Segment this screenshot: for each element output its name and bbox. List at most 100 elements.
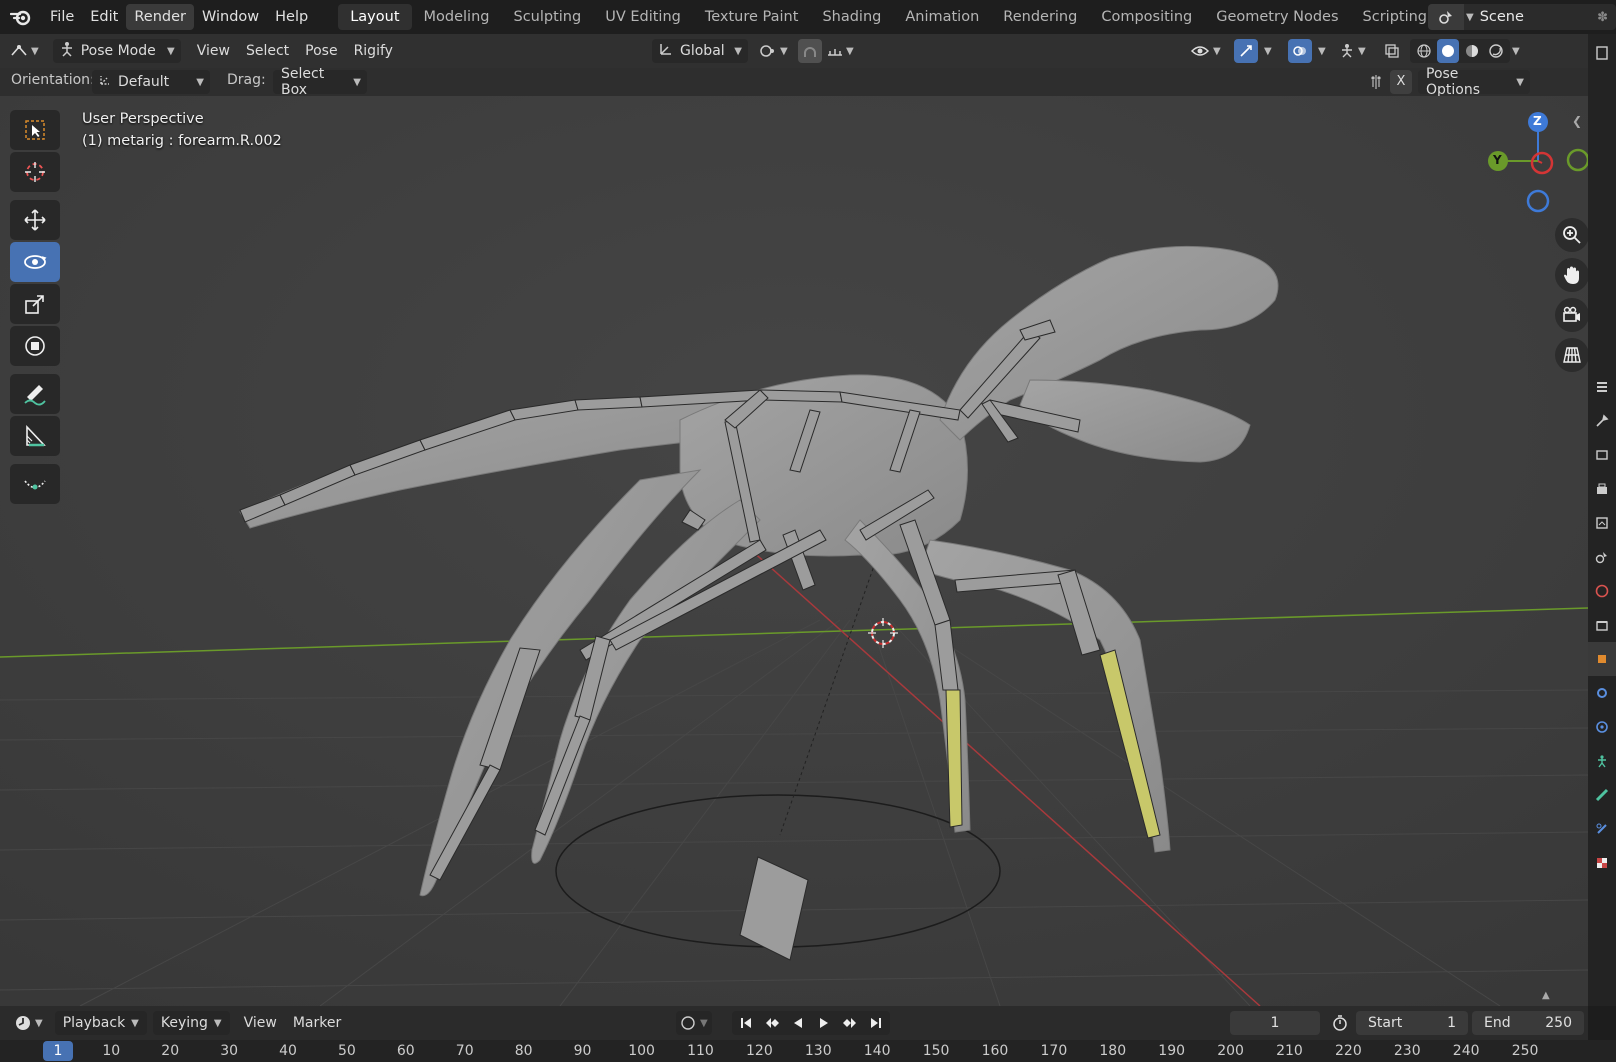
play-reverse-icon[interactable]: [786, 1011, 810, 1035]
timeline-ruler[interactable]: 1 10 20 30 40 50 60 70 80 90 100 110 120 130 140 150 16…: [0, 1040, 1616, 1062]
mode-selector[interactable]: Pose Mode ▼: [52, 39, 181, 63]
menu-file[interactable]: File: [42, 4, 82, 30]
tab-layout[interactable]: Layout: [338, 4, 412, 30]
tab-compositing[interactable]: Compositing: [1089, 4, 1204, 30]
rendered-shading-icon[interactable]: [1485, 39, 1507, 63]
3d-viewport[interactable]: Z Y User Perspective (1) metarig : forea…: [0, 96, 1588, 1006]
menu-window[interactable]: Window: [194, 4, 267, 30]
playback-menu[interactable]: Playback ▼: [54, 1011, 147, 1035]
scene-selector[interactable]: ▼ Scene ✽: [1428, 4, 1616, 30]
visibility-dropdown[interactable]: ▼: [1190, 43, 1221, 59]
physics-properties-icon[interactable]: [1588, 710, 1616, 744]
annotate-tool[interactable]: [10, 374, 60, 414]
bone-overlay-dropdown[interactable]: ▼: [1338, 43, 1366, 59]
ruler-tick-label: 60: [396, 1043, 415, 1059]
rotate-tool[interactable]: [10, 242, 60, 282]
play-icon[interactable]: [812, 1011, 836, 1035]
perspective-toggle-button[interactable]: [1555, 338, 1588, 372]
chevron-down-icon[interactable]: ▼: [1264, 46, 1272, 57]
current-frame-marker[interactable]: 1: [43, 1041, 73, 1061]
drag-dropdown[interactable]: Select Box ▼: [273, 66, 367, 98]
menu-edit[interactable]: Edit: [82, 4, 126, 30]
pivot-point-dropdown[interactable]: ▼: [758, 42, 788, 60]
timeline-expand-icon[interactable]: ▲: [1542, 990, 1550, 1001]
snap-target-dropdown[interactable]: ▼: [826, 43, 854, 59]
x-mirror-toggle[interactable]: X: [1390, 70, 1412, 94]
view-layer-properties-icon[interactable]: [1588, 506, 1616, 540]
snap-toggle-icon[interactable]: [798, 39, 822, 63]
rotate-icon: [24, 255, 47, 269]
tab-scripting[interactable]: Scripting: [1351, 4, 1439, 30]
menu-pose[interactable]: Pose: [297, 39, 345, 63]
use-preview-range-icon[interactable]: [1328, 1011, 1352, 1035]
collection-properties-icon[interactable]: [1588, 608, 1616, 642]
modifier-properties-icon[interactable]: [1588, 676, 1616, 710]
object-properties-icon[interactable]: [1588, 642, 1616, 676]
tab-sculpting[interactable]: Sculpting: [501, 4, 593, 30]
jump-to-start-icon[interactable]: [734, 1011, 758, 1035]
transform-orientation-dropdown[interactable]: Global ▼: [652, 39, 748, 63]
render-properties-icon[interactable]: [1588, 438, 1616, 472]
editor-type-icon[interactable]: [1588, 36, 1616, 70]
start-frame-field[interactable]: Start 1: [1356, 1011, 1468, 1035]
camera-view-button[interactable]: [1555, 298, 1588, 332]
pan-button[interactable]: [1555, 258, 1588, 292]
jump-to-keyframe-next-icon[interactable]: [838, 1011, 862, 1035]
bone-constraint-icon[interactable]: [1588, 812, 1616, 846]
cursor-tool[interactable]: [10, 152, 60, 192]
menu-view[interactable]: View: [189, 39, 238, 63]
chevron-down-icon[interactable]: ▼: [1318, 46, 1326, 57]
editor-type-button[interactable]: ▼: [10, 43, 39, 59]
select-box-tool[interactable]: [10, 110, 60, 150]
pose-options-dropdown[interactable]: Pose Options ▼: [1418, 66, 1530, 98]
move-tool[interactable]: [10, 200, 60, 240]
tool-properties-icon[interactable]: [1588, 404, 1616, 438]
measure-tool[interactable]: [10, 416, 60, 456]
timeline-view-menu[interactable]: View: [236, 1011, 285, 1035]
world-properties-icon[interactable]: [1588, 574, 1616, 608]
relax-pose-tool[interactable]: [10, 464, 60, 504]
tab-geometry-nodes[interactable]: Geometry Nodes: [1204, 4, 1350, 30]
pose-mirror-icon[interactable]: [1364, 70, 1388, 94]
scene-name[interactable]: Scene: [1480, 9, 1524, 25]
timeline-marker-menu[interactable]: Marker: [285, 1011, 349, 1035]
sidebar-toggle-icon[interactable]: ❮: [1572, 114, 1582, 128]
material-shading-icon[interactable]: [1461, 39, 1483, 63]
jump-to-end-icon[interactable]: [864, 1011, 888, 1035]
keying-menu[interactable]: Keying ▼: [152, 1011, 230, 1035]
tab-uv-editing[interactable]: UV Editing: [593, 4, 693, 30]
wireframe-shading-icon[interactable]: [1413, 39, 1435, 63]
timeline-editor-type-button[interactable]: ▼: [14, 1014, 43, 1032]
viewport-scene[interactable]: [0, 96, 1588, 1006]
menu-rigify[interactable]: Rigify: [346, 39, 401, 63]
blender-logo-icon[interactable]: [0, 0, 42, 34]
menu-help[interactable]: Help: [267, 4, 316, 30]
tab-texture-paint[interactable]: Texture Paint: [693, 4, 811, 30]
tab-modeling[interactable]: Modeling: [412, 4, 502, 30]
tab-rendering[interactable]: Rendering: [991, 4, 1089, 30]
scale-tool[interactable]: [10, 284, 60, 324]
transform-tool[interactable]: [10, 326, 60, 366]
jump-to-keyframe-prev-icon[interactable]: [760, 1011, 784, 1035]
zoom-button[interactable]: [1555, 218, 1588, 252]
texture-properties-icon[interactable]: [1588, 846, 1616, 880]
output-properties-icon[interactable]: [1588, 472, 1616, 506]
tab-animation[interactable]: Animation: [893, 4, 991, 30]
orientation-dropdown[interactable]: Default ▼: [92, 70, 210, 94]
armature-data-icon[interactable]: [1588, 744, 1616, 778]
bone-properties-icon[interactable]: [1588, 778, 1616, 812]
chevron-down-icon[interactable]: ▼: [1512, 46, 1520, 57]
auto-keying-toggle[interactable]: ▼: [676, 1011, 712, 1035]
xray-toggle-icon[interactable]: [1380, 39, 1404, 63]
properties-menu-icon[interactable]: [1588, 370, 1616, 404]
overlays-toggle-icon[interactable]: [1288, 39, 1312, 63]
menu-select[interactable]: Select: [238, 39, 297, 63]
pin-icon[interactable]: ✽: [1597, 10, 1608, 25]
current-frame-field[interactable]: 1: [1230, 1011, 1320, 1035]
end-frame-field[interactable]: End 250: [1472, 1011, 1584, 1035]
gizmo-toggle-icon[interactable]: [1234, 39, 1258, 63]
solid-shading-icon[interactable]: [1437, 39, 1459, 63]
scene-properties-icon[interactable]: [1588, 540, 1616, 574]
tab-shading[interactable]: Shading: [810, 4, 893, 30]
menu-render[interactable]: Render: [126, 4, 194, 30]
